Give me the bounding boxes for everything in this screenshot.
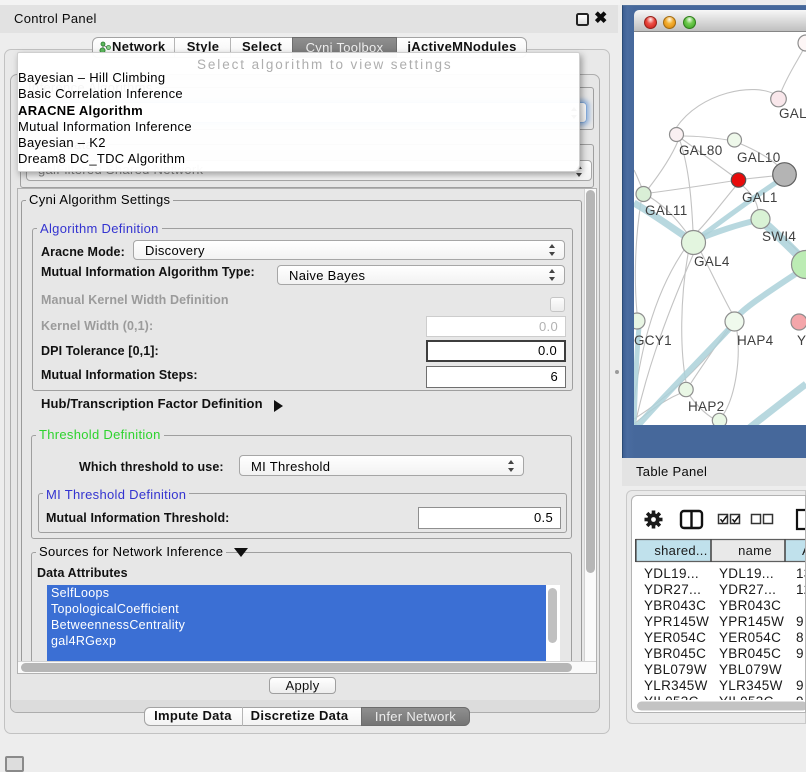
svg-text:YER054C: YER054C — [719, 630, 781, 645]
svg-text:shared...: shared... — [654, 543, 707, 558]
svg-text:YBR045C: YBR045C — [719, 646, 781, 661]
svg-text:GAL10: GAL10 — [737, 150, 781, 165]
svg-text:YBR043C: YBR043C — [719, 598, 781, 613]
svg-text:HAP4: HAP4 — [737, 333, 774, 348]
svg-text:YJ: YJ — [797, 333, 806, 348]
svg-text:9.: 9. — [796, 646, 806, 661]
svg-text:SWI4: SWI4 — [762, 229, 796, 244]
svg-text:YBL079W: YBL079W — [644, 662, 707, 677]
svg-text:9.: 9. — [796, 678, 806, 693]
svg-text:YER054C: YER054C — [644, 630, 706, 645]
svg-text:name: name — [738, 543, 772, 558]
svg-text:YBL079W: YBL079W — [719, 662, 782, 677]
svg-text:GAL4: GAL4 — [694, 254, 730, 269]
svg-text:YLR345W: YLR345W — [719, 678, 783, 693]
svg-text:YPR145W: YPR145W — [644, 614, 709, 629]
svg-text:YDR27...: YDR27... — [719, 582, 776, 597]
svg-text:Av: Av — [802, 543, 806, 558]
svg-text:YDL19...: YDL19... — [644, 566, 699, 581]
svg-text:YBR045C: YBR045C — [644, 646, 706, 661]
svg-text:YDL19...: YDL19... — [719, 566, 774, 581]
svg-text:GAL80: GAL80 — [679, 143, 723, 158]
svg-text:HAP2: HAP2 — [688, 399, 724, 414]
svg-text:9.: 9. — [796, 614, 806, 629]
svg-text:YLR345W: YLR345W — [644, 678, 708, 693]
svg-text:13: 13 — [796, 566, 806, 581]
svg-text:YBR043C: YBR043C — [644, 598, 706, 613]
svg-text:GCY1: GCY1 — [634, 333, 672, 348]
svg-text:8.: 8. — [796, 630, 806, 645]
svg-text:GAL2: GAL2 — [779, 106, 806, 121]
svg-text:GAL1: GAL1 — [742, 190, 778, 205]
svg-text:YPR145W: YPR145W — [719, 614, 784, 629]
svg-text:12: 12 — [796, 582, 806, 597]
svg-text:YDR27...: YDR27... — [644, 582, 701, 597]
svg-text:GAL11: GAL11 — [645, 203, 688, 218]
